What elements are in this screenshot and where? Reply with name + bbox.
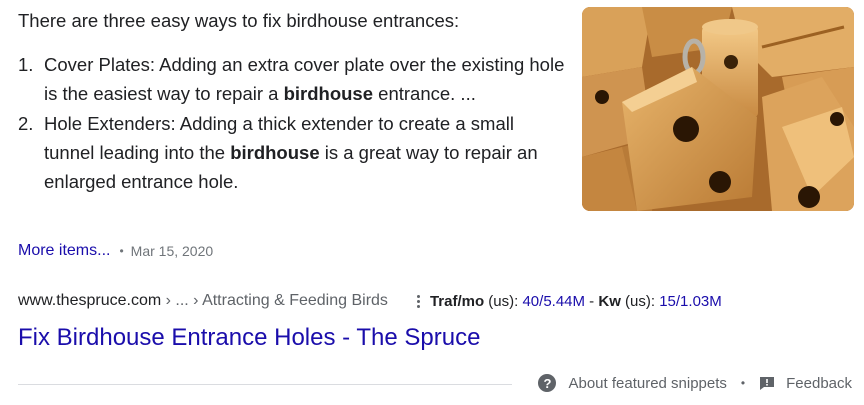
traf-label: Traf/mo [429,292,485,310]
snippet-list: 1. Cover Plates: Adding an extra cover pl… [18,50,568,197]
footer-divider [18,384,512,385]
list-item-text-end: entrance. ... [373,83,476,104]
feedback-icon[interactable] [759,376,775,391]
traf-value[interactable]: 40/5.44M [522,293,585,310]
seo-metrics: Traf/mo (us): 40/5.44M - Kw (us): 15/1.0… [430,293,722,310]
result-domain: www.thespruce.com [18,292,162,309]
feedback-link[interactable]: Feedback [786,375,852,392]
help-icon[interactable]: ? [538,374,557,392]
list-item-number: 2. [18,113,34,134]
list-item-bold: birdhouse [230,142,320,163]
kw-value[interactable]: 15/1.03M [659,293,722,310]
snippet-footer: ? About featured snippets • Feedback [538,374,852,392]
result-title-link[interactable]: Fix Birdhouse Entrance Holes - The Spruc… [18,322,480,354]
traf-region: (us): [484,292,523,310]
separator-dot: • [119,244,124,258]
footer-separator: • [740,376,746,390]
list-item-number: 1. [18,54,34,75]
wooden-birdhouses-photo [582,7,854,211]
about-featured-snippets-link[interactable]: About featured snippets [568,375,726,392]
kw-region: (us): [620,292,660,310]
result-cite-row: www.thespruce.com › ... › Attracting & F… [18,292,722,310]
more-items-row: More items... • Mar 15, 2020 [18,240,213,262]
snippet-image[interactable] [582,7,854,211]
metrics-dash: - [585,292,599,310]
more-items-link[interactable]: More items... [18,240,110,262]
list-item-bold: birdhouse [283,83,374,104]
kw-label: Kw [598,292,621,310]
snippet-intro: There are three easy ways to fix birdhou… [18,10,460,31]
more-options-icon[interactable] [414,292,424,310]
list-item: 2. Hole Extenders: Adding a thick extende… [18,109,568,196]
result-breadcrumb: › ... › Attracting & Feeding Birds [161,292,388,309]
list-item: 1. Cover Plates: Adding an extra cover pl… [18,50,568,108]
result-url[interactable]: www.thespruce.com › ... › Attracting & F… [18,292,388,310]
snippet-date: Mar 15, 2020 [130,243,214,259]
